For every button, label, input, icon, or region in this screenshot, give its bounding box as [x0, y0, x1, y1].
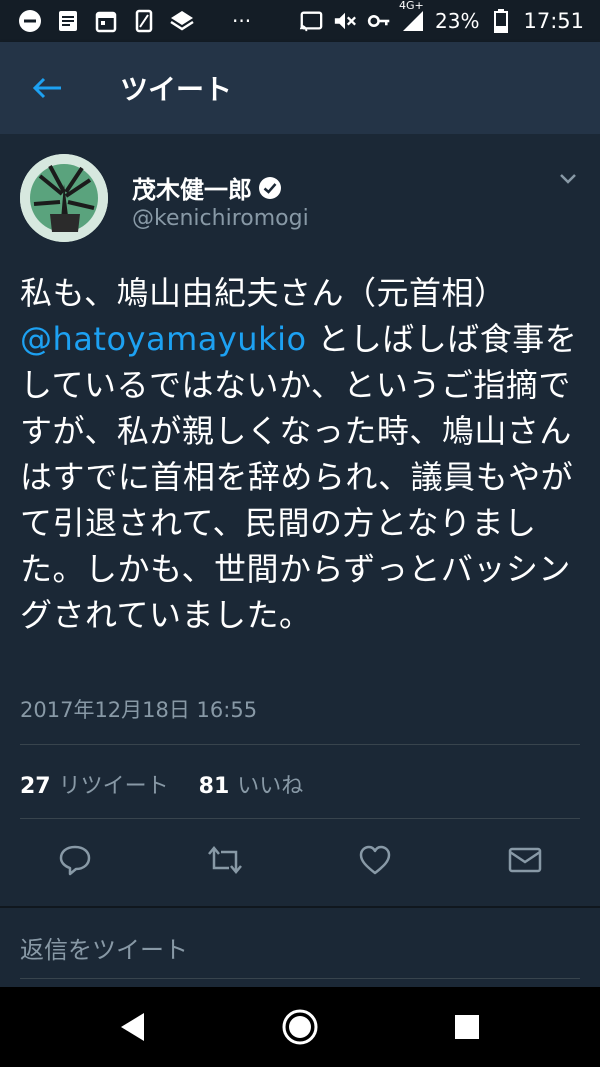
app-bar: ツイート: [0, 42, 600, 134]
reply-button[interactable]: [55, 840, 95, 880]
retweet-button[interactable]: [205, 840, 245, 880]
divider: [20, 744, 580, 745]
retweet-icon: [208, 846, 242, 874]
more-icon: ···: [232, 9, 252, 33]
status-time: 17:51: [523, 9, 584, 33]
tweet-text-part: 私も、鳩山由紀夫さん（元首相）: [20, 274, 507, 312]
author-handle[interactable]: @kenichiromogi: [132, 206, 309, 231]
tweet-stats: 27 リツイート 81 いいね: [20, 768, 303, 800]
tweet-actions: [0, 836, 600, 886]
calendar-icon: [94, 9, 118, 33]
reply-composer: 返信をツイート: [0, 906, 600, 989]
avatar[interactable]: [20, 154, 108, 242]
notes-icon: [56, 9, 80, 33]
back-arrow-icon: [32, 77, 61, 99]
page-title: ツイート: [120, 73, 233, 106]
reply-icon: [59, 845, 91, 876]
sim-icon: [132, 9, 156, 33]
share-dm-button[interactable]: [505, 840, 545, 880]
tweet-text-part: としばしば食事をしているではないか、というご指摘ですが、私が親しくなった時、鳩山…: [20, 320, 578, 634]
mail-icon: [508, 847, 542, 873]
square-recents-icon: [455, 1015, 479, 1039]
chevron-down-icon[interactable]: [556, 166, 580, 190]
tweet-header: 茂木健一郎 @kenichiromogi: [20, 154, 580, 244]
nav-home-button[interactable]: [280, 1007, 320, 1047]
home-circle-icon: [282, 1009, 318, 1045]
back-button[interactable]: [24, 65, 70, 111]
layers-icon: [170, 9, 194, 33]
author-name[interactable]: 茂木健一郎: [132, 170, 252, 205]
divider: [20, 818, 580, 819]
reply-underline: [20, 978, 580, 979]
like-button[interactable]: [355, 840, 395, 880]
battery-icon: [489, 9, 513, 33]
battery-percent: 23%: [435, 9, 480, 33]
nav-recents-button[interactable]: [447, 1007, 487, 1047]
retweet-label[interactable]: リツイート: [59, 768, 169, 800]
vpn-key-icon: [367, 9, 391, 33]
nav-back-button[interactable]: [113, 1007, 153, 1047]
network-type: 4G+: [399, 0, 424, 12]
reply-input[interactable]: 返信をツイート: [20, 930, 188, 965]
mute-icon: [333, 9, 357, 33]
tweet-text: 私も、鳩山由紀夫さん（元首相） @hatoyamayukio としばしば食事をし…: [20, 270, 580, 638]
heart-icon: [359, 845, 391, 875]
triangle-back-icon: [121, 1013, 144, 1041]
verified-badge-icon: [258, 176, 282, 200]
mention-link[interactable]: @hatoyamayukio: [20, 320, 307, 358]
tweet-detail: 茂木健一郎 @kenichiromogi 私も、鳩山由紀夫さん（元首相） @ha…: [0, 134, 600, 989]
retweet-count[interactable]: 27: [20, 774, 51, 799]
status-bar: ··· 4G+ 23% 17:51: [0, 0, 600, 42]
system-nav-bar: [0, 987, 600, 1067]
tweet-timestamp: 2017年12月18日 16:55: [20, 698, 258, 722]
like-label[interactable]: いいね: [237, 768, 303, 800]
like-count[interactable]: 81: [199, 774, 230, 799]
signal-icon: [401, 9, 425, 33]
cast-icon: [299, 9, 323, 33]
minus-circle-icon: [18, 9, 42, 33]
